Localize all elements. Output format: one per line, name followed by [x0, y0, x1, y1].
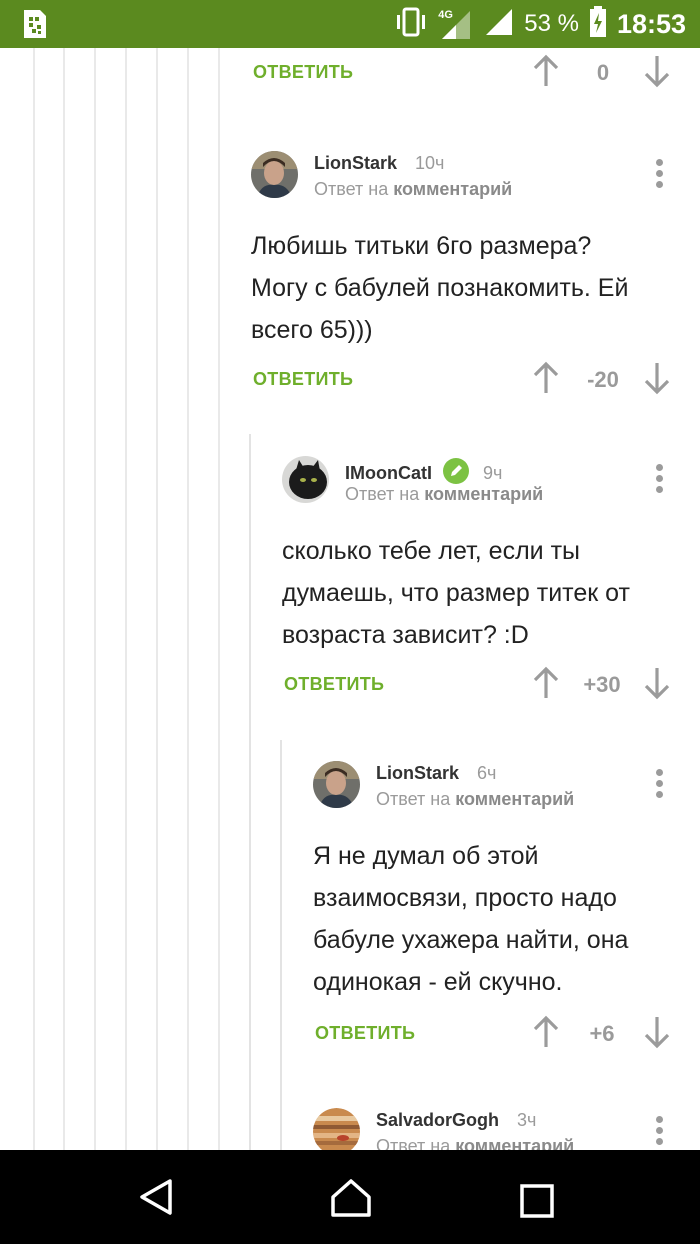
comment-time: 10ч: [415, 153, 445, 173]
author-name[interactable]: SalvadorGogh: [376, 1110, 499, 1130]
comment-body: Любишь титьки 6го размера? Могу с бабуле…: [251, 225, 700, 351]
more-vertical-icon[interactable]: [656, 769, 664, 799]
reply-target-link[interactable]: комментарий: [424, 484, 543, 504]
thread-guide-line: [187, 48, 189, 1150]
home-icon[interactable]: [330, 1178, 372, 1223]
author-name[interactable]: LionStark: [314, 153, 397, 173]
comment-text-line: всего 65))): [251, 316, 373, 344]
thread-guide-line: [218, 48, 220, 1150]
comment-text-line: думаешь, что размер титек от: [282, 579, 630, 607]
arrow-up-icon[interactable]: [533, 361, 559, 400]
author-name[interactable]: IMoonCatI: [345, 463, 432, 483]
signal-icon: [484, 7, 514, 42]
recents-square-icon[interactable]: [520, 1184, 554, 1223]
more-vertical-icon[interactable]: [656, 159, 664, 189]
thread-guide-line: [33, 48, 35, 1150]
reply-target-link[interactable]: комментарий: [393, 179, 512, 199]
reply-prefix: Ответ на: [376, 1136, 451, 1150]
comment-score: -20: [587, 367, 619, 392]
reply-prefix: Ответ на: [345, 484, 420, 504]
reply-button[interactable]: ОТВЕТИТЬ: [284, 674, 384, 695]
reply-target-link[interactable]: комментарий: [455, 789, 574, 809]
comment-score: 0: [596, 60, 610, 85]
comment-text-line: взаимосвязи, просто надо: [313, 884, 617, 912]
thread-guide-line: [156, 48, 158, 1150]
comment-score: +6: [589, 1021, 615, 1046]
arrow-up-icon[interactable]: [533, 666, 559, 705]
comment-text-line: бабуле ухажера найти, она: [313, 926, 629, 954]
comment-time: 3ч: [517, 1110, 537, 1130]
vibrate-icon: [394, 7, 428, 42]
arrow-down-icon[interactable]: [644, 54, 670, 93]
reply-prefix: Ответ на: [376, 789, 451, 809]
author-name[interactable]: LionStark: [376, 763, 459, 783]
signal-4g-icon: 4G: [438, 7, 474, 41]
comment-body: Я не думал об этой взаимосвязи, просто н…: [313, 835, 700, 1003]
arrow-down-icon[interactable]: [644, 666, 670, 705]
battery-charging-icon: [589, 5, 607, 43]
navigation-bar: [0, 1150, 700, 1244]
status-bar: 4G 53 % 18:53: [0, 0, 700, 48]
back-triangle-icon[interactable]: [138, 1178, 174, 1221]
comment-text-line: Могу с бабулей познакомить. Ей: [251, 274, 629, 302]
arrow-down-icon[interactable]: [644, 361, 670, 400]
reply-prefix: Ответ на: [314, 179, 389, 199]
comment-time: 9ч: [483, 463, 503, 483]
avatar[interactable]: [282, 456, 329, 503]
comment-text-line: возраста зависит? :D: [282, 621, 529, 649]
reply-target-link[interactable]: комментарий: [455, 1136, 574, 1150]
reply-button[interactable]: ОТВЕТИТЬ: [253, 369, 353, 390]
comment-score: +30: [583, 672, 621, 697]
comment: LionStark 10ч Ответ на комментарий Любишь…: [251, 151, 700, 401]
sim-card-icon: [22, 8, 48, 45]
comment-actions-previous: ОТВЕТИТЬ 0: [251, 54, 700, 94]
battery-percent: 53 %: [524, 10, 579, 37]
reply-button[interactable]: ОТВЕТИТЬ: [315, 1023, 415, 1044]
arrow-up-icon[interactable]: [533, 54, 559, 93]
thread-guide-line: [280, 740, 282, 1150]
comment: IMoonCatI 9ч Ответ на комментарий скольк…: [282, 456, 700, 706]
thread-guide-line: [249, 434, 251, 1150]
arrow-down-icon[interactable]: [644, 1015, 670, 1054]
comment: SalvadorGogh 3ч Ответ на комментарий: [313, 1108, 700, 1150]
comment-time: 6ч: [477, 763, 497, 783]
arrow-up-icon[interactable]: [533, 1015, 559, 1054]
clock: 18:53: [616, 8, 686, 39]
reply-button[interactable]: ОТВЕТИТЬ: [253, 62, 353, 83]
comment: LionStark 6ч Ответ на комментарий Я не ду…: [313, 761, 700, 1055]
more-vertical-icon[interactable]: [656, 1116, 664, 1146]
avatar[interactable]: [313, 761, 360, 808]
thread-guide-line: [94, 48, 96, 1150]
avatar[interactable]: [313, 1108, 360, 1150]
comment-body: сколько тебе лет, если ты думаешь, что р…: [282, 530, 700, 656]
more-vertical-icon[interactable]: [656, 464, 664, 494]
avatar[interactable]: [251, 151, 298, 198]
comments-feed[interactable]: ОТВЕТИТЬ 0 LionStark 10ч Ответ на коммен…: [0, 48, 700, 1150]
comment-text-line: Я не думал об этой: [313, 842, 539, 870]
comment-text-line: сколько тебе лет, если ты: [282, 537, 580, 565]
comment-text-line: одинокая - ей скучно.: [313, 968, 563, 996]
thread-guide-line: [125, 48, 127, 1150]
thread-guide-line: [63, 48, 65, 1150]
comment-text-line: Любишь титьки 6го размера?: [251, 232, 592, 260]
